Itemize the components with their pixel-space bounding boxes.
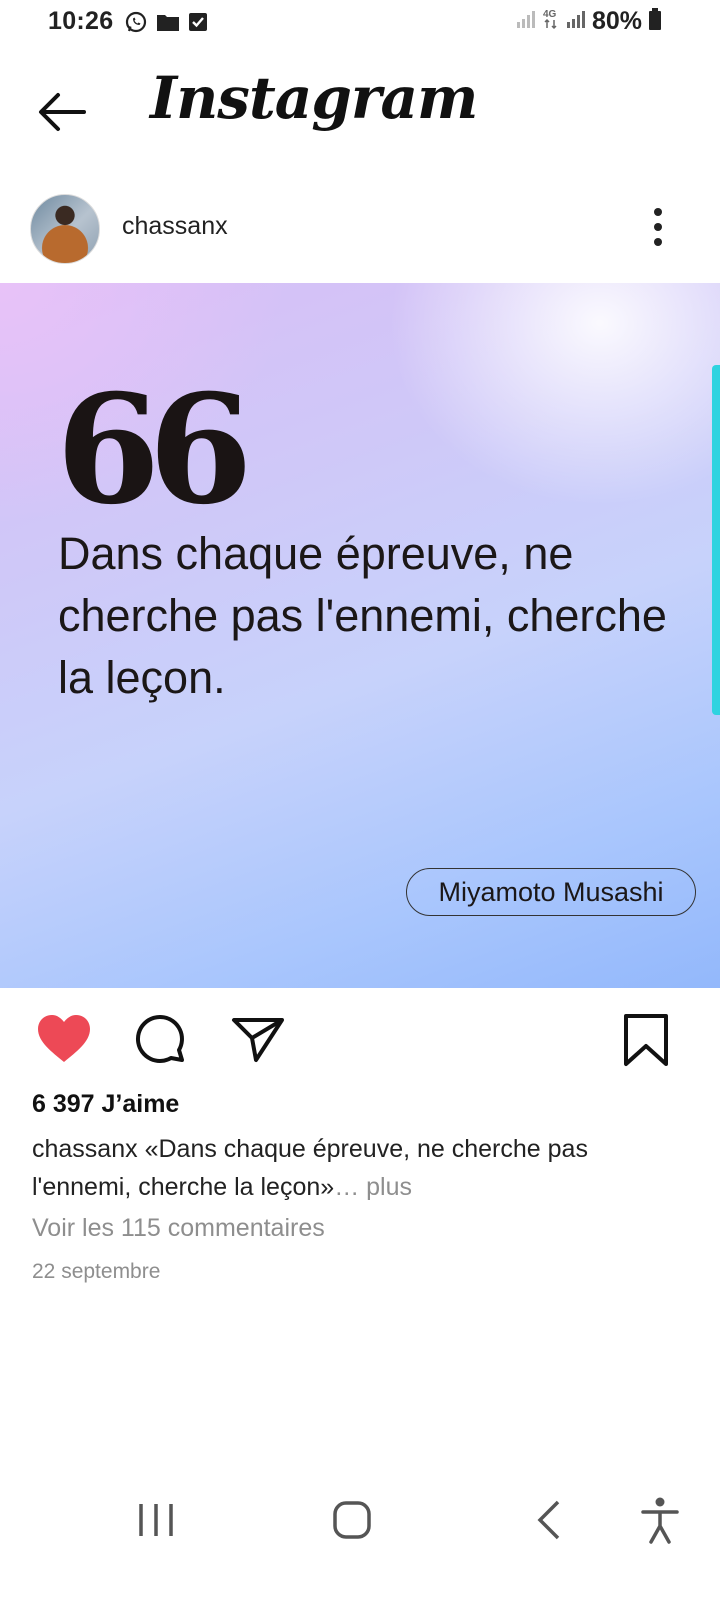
share-button[interactable] bbox=[228, 1010, 288, 1070]
bookmark-icon bbox=[624, 1014, 668, 1066]
send-icon bbox=[232, 1018, 284, 1062]
accessibility-icon bbox=[641, 1497, 679, 1544]
post-actions bbox=[0, 1010, 720, 1070]
battery-icon bbox=[648, 7, 662, 36]
comment-button[interactable] bbox=[130, 1010, 190, 1070]
comment-icon bbox=[135, 1014, 184, 1063]
post-caption: chassanx «Dans chaque épreuve, ne cherch… bbox=[32, 1130, 682, 1206]
status-system-icons: 4G 80% bbox=[516, 7, 662, 36]
more-vertical-icon bbox=[654, 208, 662, 246]
post-username[interactable]: chassanx bbox=[122, 212, 228, 241]
home-icon bbox=[333, 1501, 371, 1539]
battery-percent: 80% bbox=[591, 7, 642, 35]
app-header: Instagram bbox=[0, 56, 720, 166]
status-bar: 10:26 4G 80% bbox=[0, 0, 720, 46]
whatsapp-icon bbox=[124, 10, 148, 39]
system-nav-bar bbox=[0, 1490, 720, 1550]
signal-icon-2 bbox=[566, 9, 586, 34]
checkbox-icon bbox=[188, 12, 208, 37]
back-button[interactable] bbox=[34, 82, 94, 142]
caption-username[interactable]: chassanx bbox=[32, 1135, 138, 1163]
quote-author: Miyamoto Musashi bbox=[406, 868, 696, 916]
like-button[interactable] bbox=[34, 1010, 94, 1070]
quote-text: Dans chaque épreuve, ne cherche pas l'en… bbox=[58, 528, 667, 703]
signal-icon bbox=[516, 9, 536, 34]
instagram-logo: Instagram bbox=[150, 64, 478, 132]
chevron-left-icon bbox=[537, 1500, 560, 1540]
home-button[interactable] bbox=[322, 1490, 382, 1550]
save-button[interactable] bbox=[616, 1010, 676, 1070]
view-comments-link[interactable]: Voir les 115 commentaires bbox=[32, 1214, 325, 1243]
recent-apps-icon bbox=[139, 1504, 173, 1536]
recent-apps-button[interactable] bbox=[126, 1490, 186, 1550]
quote-mark: 66 bbox=[56, 362, 253, 538]
likes-count[interactable]: 6 397 J’aime bbox=[32, 1090, 179, 1119]
post-header: chassanx bbox=[0, 190, 720, 270]
scroll-indicator bbox=[712, 365, 720, 715]
post-date: 22 septembre bbox=[32, 1260, 161, 1283]
heart-icon bbox=[38, 1015, 90, 1062]
post-image[interactable]: 66 Dans chaque épreuve, ne cherche pas l… bbox=[0, 283, 720, 988]
avatar[interactable] bbox=[30, 194, 100, 264]
more-options-button[interactable] bbox=[640, 202, 676, 252]
status-time: 10:26 bbox=[48, 7, 114, 35]
folder-icon bbox=[156, 12, 180, 37]
4g-icon: 4G bbox=[542, 7, 560, 36]
caption-more-link[interactable]: … plus bbox=[334, 1173, 412, 1201]
svg-text:4G: 4G bbox=[543, 9, 557, 20]
back-arrow-icon bbox=[39, 93, 86, 131]
nav-back-button[interactable] bbox=[520, 1490, 580, 1550]
accessibility-button[interactable] bbox=[630, 1490, 690, 1550]
status-notification-icons bbox=[124, 10, 208, 39]
